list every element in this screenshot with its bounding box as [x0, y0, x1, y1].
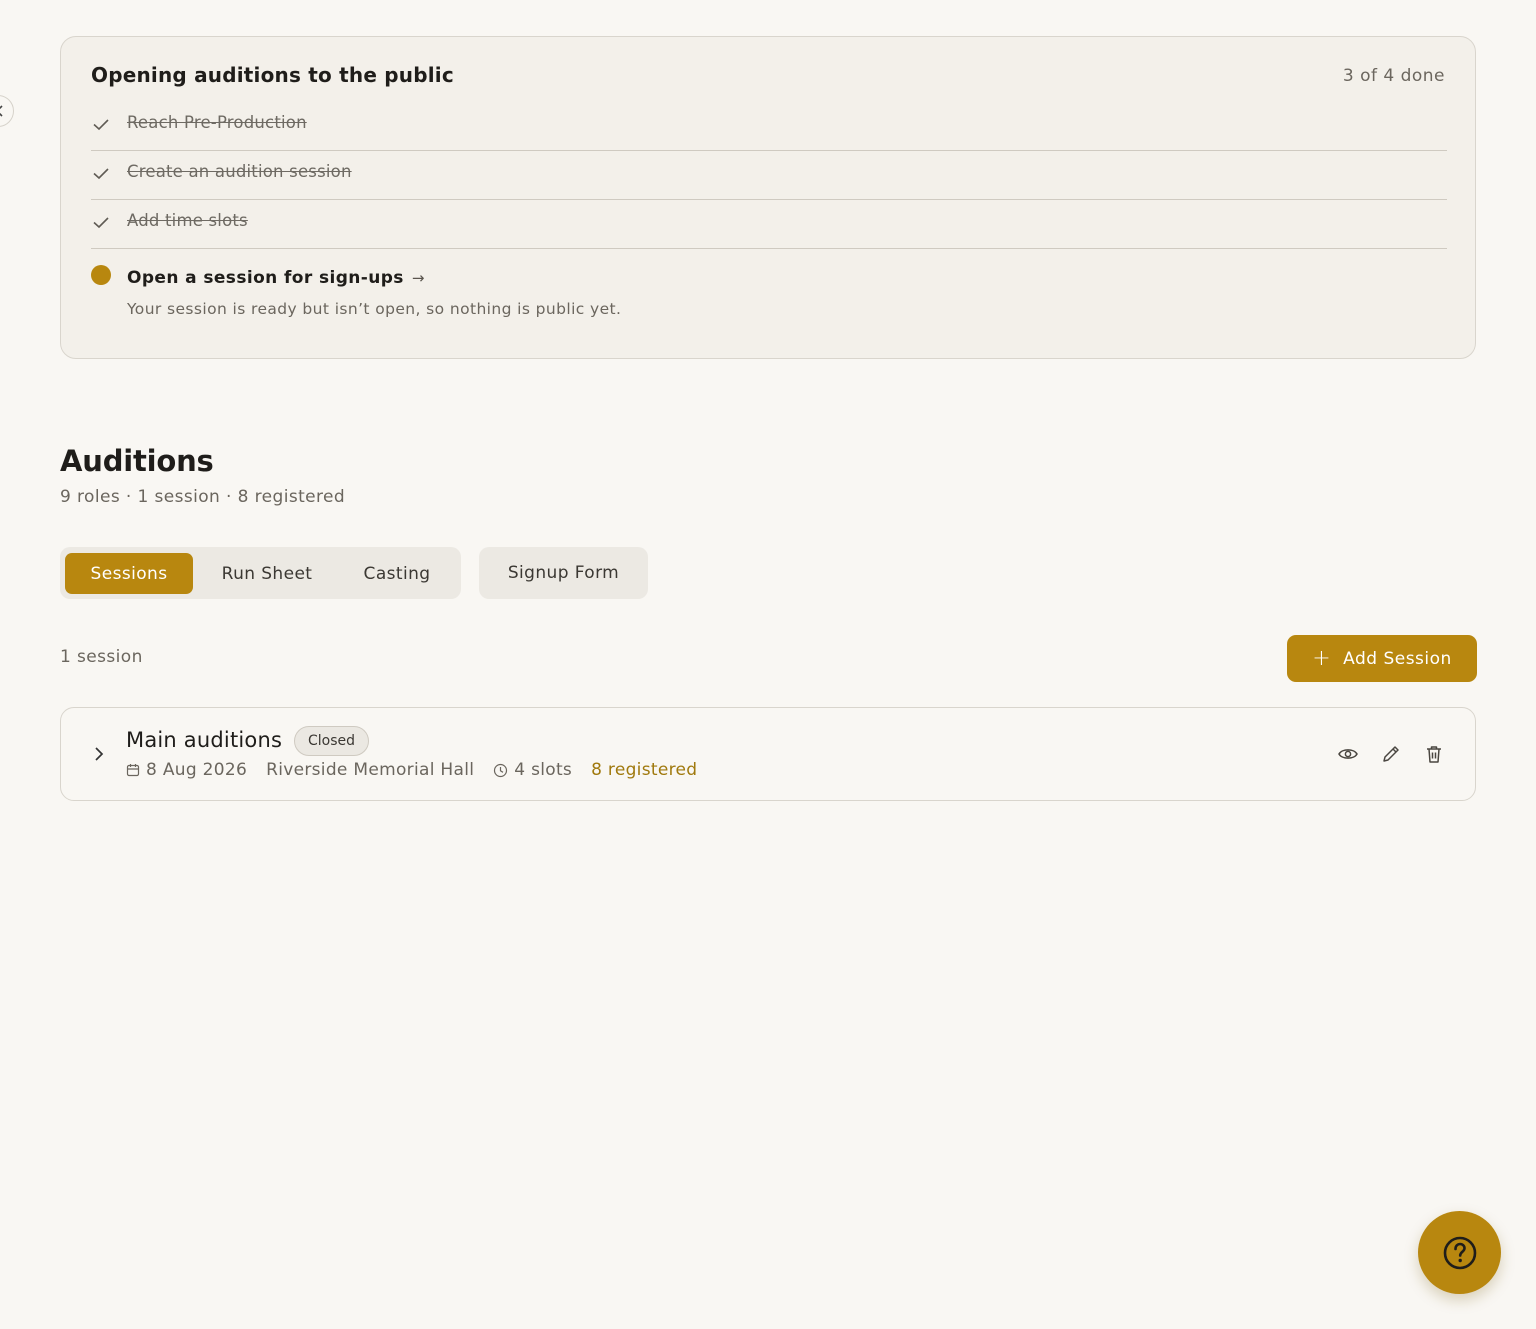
session-date: 8 Aug 2026 — [126, 760, 247, 780]
session-registered[interactable]: 8 registered — [591, 760, 697, 780]
step-label: Add time slots — [127, 211, 248, 230]
arrow-right-icon: → — [411, 269, 425, 287]
help-button[interactable] — [1418, 1211, 1501, 1294]
check-icon — [93, 217, 109, 229]
chevron-left-icon — [0, 105, 3, 117]
session-meta: 8 Aug 2026 Riverside Memorial Hall 4 slo… — [126, 760, 716, 780]
sidebar-collapse-button[interactable] — [0, 95, 14, 127]
session-date-text: 8 Aug 2026 — [146, 760, 248, 780]
plus-icon: + — [1312, 645, 1332, 671]
session-row[interactable]: Main auditions Closed 8 Aug 2026 Riversi… — [60, 707, 1476, 801]
session-slots: 4 slots — [493, 760, 572, 780]
session-actions — [1337, 743, 1445, 765]
check-icon — [93, 168, 109, 180]
pencil-icon[interactable] — [1380, 743, 1402, 765]
current-step-label: Open a session for sign-ups — [127, 268, 404, 288]
step-label: Reach Pre-Production — [127, 113, 307, 132]
help-circle-icon — [1443, 1236, 1476, 1269]
current-step-description: Your session is ready but isn’t open, so… — [127, 300, 622, 318]
view-tabs: Sessions Run Sheet Casting — [60, 547, 461, 599]
trash-icon[interactable] — [1423, 743, 1445, 765]
tab-run-sheet[interactable]: Run Sheet — [201, 553, 333, 594]
current-step-dot — [91, 265, 111, 285]
checklist-step-done: Reach Pre-Production — [91, 101, 1447, 151]
check-icon — [93, 119, 109, 131]
session-name: Main auditions — [126, 728, 283, 752]
onboarding-checklist: Opening auditions to the public 3 of 4 d… — [60, 36, 1476, 359]
step-label: Create an audition session — [127, 162, 352, 181]
tab-casting[interactable]: Casting — [341, 553, 453, 594]
checklist-title: Opening auditions to the public — [91, 63, 454, 87]
checklist-step-done: Add time slots — [91, 199, 1447, 249]
page-title: Auditions — [60, 444, 214, 478]
checklist-step-done: Create an audition session — [91, 150, 1447, 200]
page-subtitle: 9 roles · 1 session · 8 registered — [60, 487, 346, 507]
status-badge: Closed — [294, 726, 370, 756]
calendar-icon — [126, 764, 140, 777]
current-step-link[interactable]: Open a session for sign-ups → — [127, 268, 425, 288]
tab-signup-form[interactable]: Signup Form — [479, 547, 648, 599]
checklist-progress: 3 of 4 done — [1342, 66, 1445, 86]
add-session-button[interactable]: + Add Session — [1287, 635, 1477, 682]
clock-icon — [494, 763, 508, 777]
chevron-right-icon[interactable] — [89, 744, 109, 764]
session-count: 1 session — [60, 647, 143, 667]
tab-sessions[interactable]: Sessions — [65, 553, 193, 594]
add-session-label: Add Session — [1343, 648, 1452, 669]
eye-icon[interactable] — [1337, 743, 1359, 765]
session-venue: Riverside Memorial Hall — [266, 760, 475, 780]
session-slots-text: 4 slots — [514, 760, 573, 780]
